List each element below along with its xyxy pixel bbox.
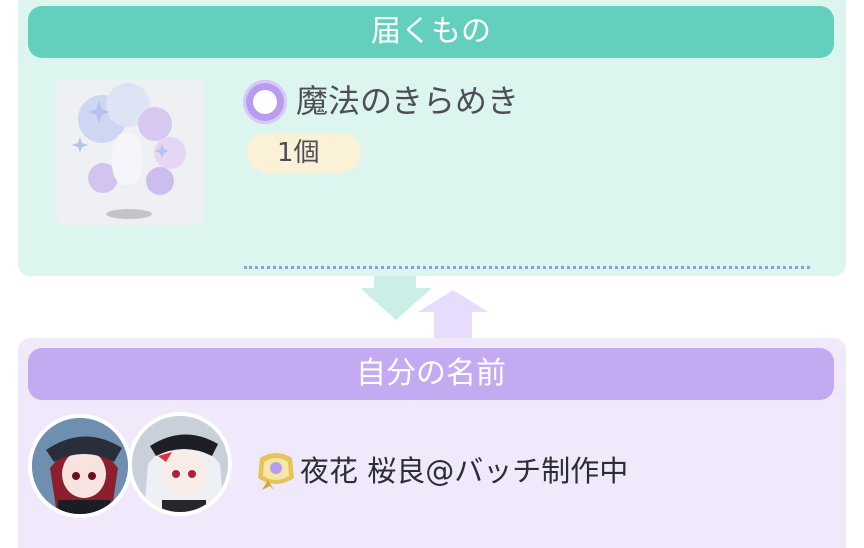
item-thumbnail[interactable] — [56, 79, 204, 225]
delivered-item-header: 届くもの — [28, 6, 834, 58]
item-name: 魔法のきらめき — [296, 82, 520, 120]
avatar-white-hair[interactable] — [128, 412, 232, 516]
sender-header: 自分の名前 — [28, 348, 834, 400]
avatar-red-hair[interactable] — [28, 414, 132, 518]
sparkle-icon — [72, 101, 169, 158]
item-quantity: 1個 — [247, 133, 361, 173]
gold-ribbon-badge-icon — [258, 453, 294, 490]
divider — [244, 266, 810, 269]
user-name: 夜花 桜良@バッチ制作中 — [300, 454, 629, 488]
swap-arrows-icon — [362, 276, 488, 342]
sparkle-badge-icon — [243, 80, 287, 124]
